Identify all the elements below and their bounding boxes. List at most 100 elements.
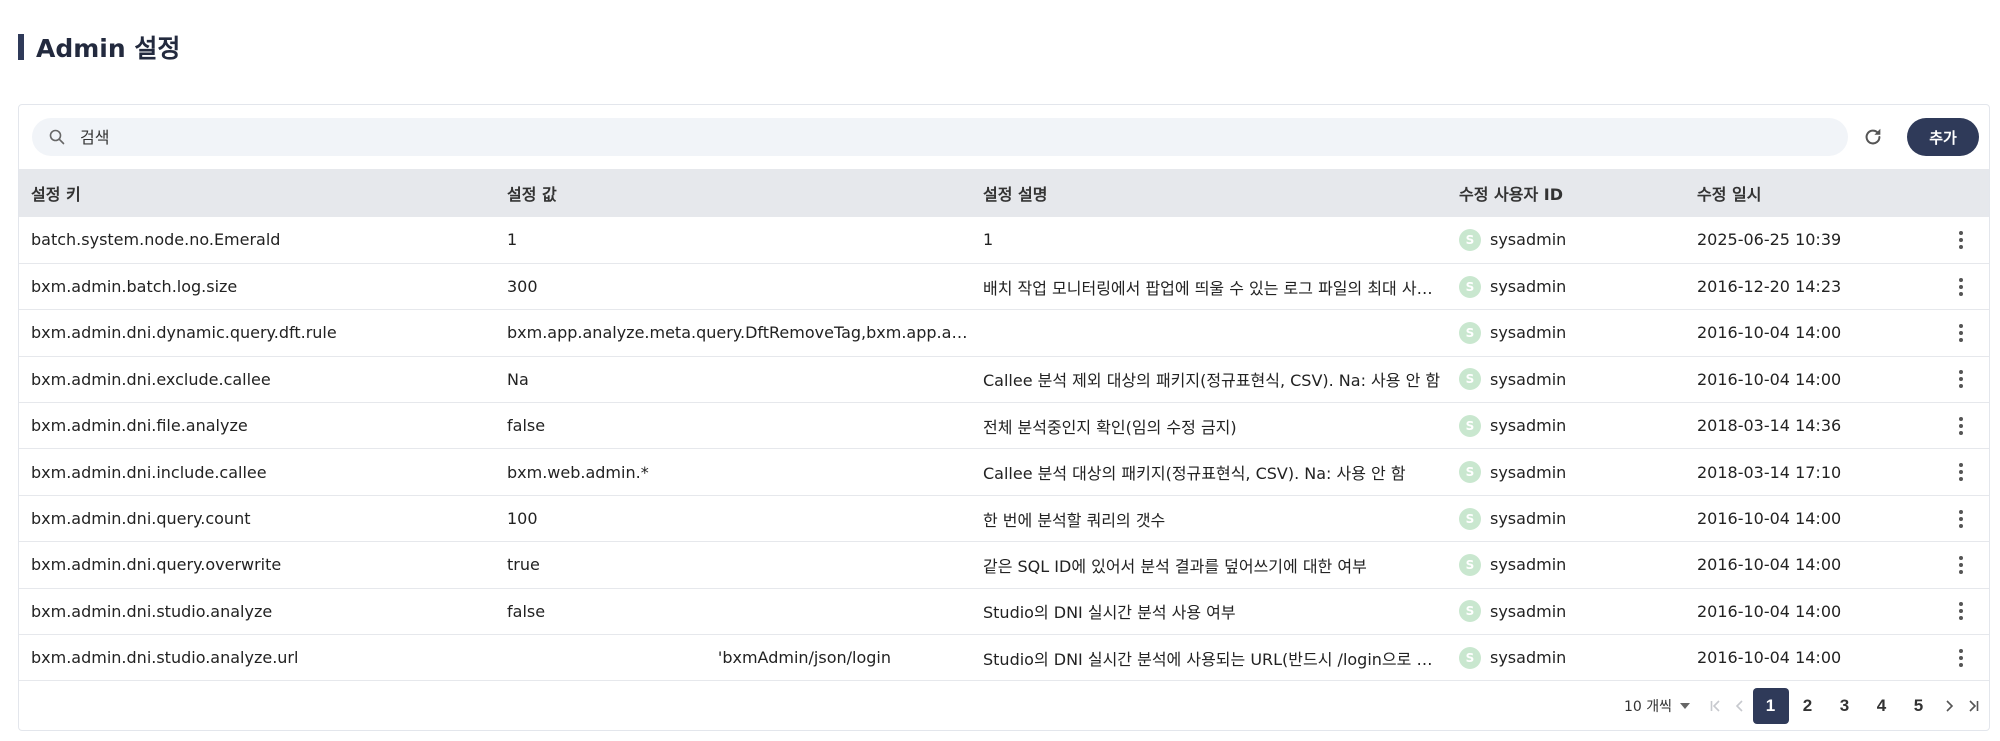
table-row[interactable]: bxm.admin.dni.query.overwrite true 같은 SQL … [19, 542, 1989, 589]
table-row[interactable]: batch.system.node.no.Emerald 1 1 Ssysadmin 2… [19, 217, 1989, 264]
search-input[interactable] [80, 127, 1780, 147]
modified-date: 2016-10-04 14:00 [1697, 323, 1842, 343]
avatar: S [1459, 414, 1481, 437]
avatar: S [1459, 507, 1481, 530]
column-header-description[interactable]: 설정 설명 [971, 169, 1447, 217]
table-row[interactable]: bxm.admin.dni.file.analyze false 전체 분석중인지 … [19, 403, 1989, 449]
column-header-key[interactable]: 설정 키 [19, 169, 495, 217]
last-page-icon [1969, 700, 1979, 712]
search-box[interactable] [32, 118, 1848, 156]
modified-date-cell: 2025-06-25 10:39 [1685, 217, 1989, 263]
avatar: S [1459, 461, 1481, 484]
page-button-2[interactable]: 2 [1790, 688, 1826, 724]
refresh-button[interactable] [1857, 121, 1889, 153]
setting-key: bxm.admin.dni.query.count [31, 509, 251, 529]
avatar: S [1459, 321, 1481, 344]
table-row[interactable]: bxm.admin.dni.include.callee bxm.web.admi… [19, 449, 1989, 496]
modified-date-cell: 2018-03-14 17:10 [1685, 449, 1989, 495]
setting-description [971, 310, 1447, 356]
prev-page-button[interactable] [1728, 690, 1752, 722]
column-header-value[interactable]: 설정 값 [495, 169, 971, 217]
modified-date: 2016-10-04 14:00 [1697, 369, 1842, 389]
table-row[interactable]: bxm.admin.dni.query.count 100 한 번에 분석할 쿼리의… [19, 495, 1989, 542]
modified-user-id: sysadmin [1490, 416, 1567, 436]
more-vertical-icon[interactable] [1949, 367, 1973, 391]
modified-user-cell: Ssysadmin [1447, 542, 1685, 588]
more-vertical-icon[interactable] [1949, 228, 1973, 252]
page-size-label: 10 개씩 [1623, 699, 1672, 715]
setting-key: bxm.admin.batch.log.size [31, 277, 238, 297]
setting-description: Callee 분석 제외 대상의 패키지(정규표현식, CSV). Na: 사용… [983, 371, 1441, 391]
modified-user-cell: Ssysadmin [1447, 449, 1685, 495]
toolbar: 추가 [19, 105, 1989, 169]
column-header-updated[interactable]: 수정 일시 [1685, 169, 1989, 217]
setting-description: Callee 분석 대상의 패키지(정규표현식, CSV). Na: 사용 안 … [983, 464, 1406, 484]
table-row[interactable]: bxm.admin.dni.dynamic.query.dft.rule bxm.… [19, 310, 1989, 357]
page-title: Admin 설정 [36, 34, 181, 63]
avatar: S [1459, 275, 1481, 298]
more-vertical-icon[interactable] [1949, 507, 1973, 531]
setting-description: 1 [983, 230, 994, 250]
page-button-4[interactable]: 4 [1864, 688, 1900, 724]
setting-value: 'bxmAdmin/json/login [717, 648, 891, 668]
avatar: S [1459, 368, 1481, 391]
modified-user-id: sysadmin [1490, 277, 1567, 297]
chevron-left-icon [1735, 700, 1743, 712]
page-header: Admin 설정 [18, 30, 180, 64]
modified-user-cell: Ssysadmin [1447, 310, 1685, 356]
setting-description: Studio의 DNI 실시간 분석 사용 여부 [983, 603, 1236, 623]
last-page-button[interactable] [1961, 690, 1985, 722]
modified-user-cell: Ssysadmin [1447, 588, 1685, 634]
avatar: S [1459, 228, 1481, 251]
modified-user-id: sysadmin [1490, 369, 1567, 389]
first-page-button[interactable] [1704, 690, 1728, 722]
modified-user-id: sysadmin [1490, 555, 1567, 575]
setting-description: Studio의 DNI 실시간 분석에 사용되는 URL(반드시 /login으… [983, 649, 1447, 669]
setting-key: bxm.admin.dni.exclude.callee [31, 369, 271, 389]
page-button-5[interactable]: 5 [1901, 688, 1937, 724]
setting-value: 300 [507, 277, 538, 297]
setting-description: 배치 작업 모니터링에서 팝업에 띄울 수 있는 로그 파일의 최대 사이… [983, 278, 1447, 298]
more-vertical-icon[interactable] [1949, 460, 1973, 484]
more-vertical-icon[interactable] [1949, 414, 1973, 438]
page-button-1[interactable]: 1 [1752, 688, 1789, 724]
modified-date: 2016-12-20 14:23 [1697, 277, 1842, 297]
setting-value: false [507, 416, 546, 436]
setting-value: bxm.web.admin.* [507, 462, 649, 482]
setting-value: true [507, 555, 540, 575]
next-page-button[interactable] [1937, 690, 1961, 722]
page-size-select[interactable]: 10 개씩 [1624, 696, 1690, 716]
modified-date-cell: 2016-10-04 14:00 [1685, 310, 1989, 356]
setting-key: bxm.admin.dni.studio.analyze.url [31, 648, 299, 668]
modified-date-cell: 2016-10-04 14:00 [1685, 542, 1989, 588]
modified-user-id: sysadmin [1490, 462, 1567, 482]
modified-user-cell: Ssysadmin [1447, 263, 1685, 309]
modified-user-id: sysadmin [1490, 323, 1567, 343]
more-vertical-icon[interactable] [1949, 275, 1973, 299]
more-vertical-icon[interactable] [1949, 599, 1973, 623]
modified-date-cell: 2016-10-04 14:00 [1685, 635, 1989, 681]
setting-key: bxm.admin.dni.include.callee [31, 462, 267, 482]
modified-date-cell: 2016-10-04 14:00 [1685, 356, 1989, 402]
column-header-user[interactable]: 수정 사용자 ID [1447, 169, 1685, 217]
settings-table: 설정 키 설정 값 설정 설명 수정 사용자 ID 수정 일시 batch.sy… [19, 169, 1989, 681]
modified-date-cell: 2016-10-04 14:00 [1685, 495, 1989, 541]
add-button[interactable]: 추가 [1907, 118, 1979, 156]
setting-value: 1 [507, 230, 518, 250]
table-row[interactable]: bxm.admin.dni.exclude.callee Na Callee 분석 … [19, 356, 1989, 403]
page-button-3[interactable]: 3 [1827, 688, 1863, 724]
table-row[interactable]: bxm.admin.batch.log.size 300 배치 작업 모니터링에서 … [19, 263, 1989, 310]
first-page-icon [1710, 700, 1720, 712]
modified-user-id: sysadmin [1490, 230, 1567, 250]
settings-panel: 추가 설정 키 설정 값 설정 설명 수정 사용자 ID 수정 일시 batch… [18, 104, 1990, 731]
modified-date: 2025-06-25 10:39 [1697, 230, 1842, 250]
more-vertical-icon[interactable] [1949, 553, 1973, 577]
more-vertical-icon[interactable] [1949, 646, 1973, 670]
setting-value: bxm.app.analyze.meta.query.DftRemoveTag,… [507, 323, 971, 343]
modified-date: 2016-10-04 14:00 [1697, 509, 1842, 529]
modified-user-id: sysadmin [1490, 509, 1567, 529]
table-row[interactable]: bxm.admin.dni.studio.analyze.url 'bxmAdmi… [19, 635, 1989, 681]
modified-user-cell: Ssysadmin [1447, 356, 1685, 402]
more-vertical-icon[interactable] [1949, 321, 1973, 345]
table-row[interactable]: bxm.admin.dni.studio.analyze false Studio의… [19, 588, 1989, 635]
